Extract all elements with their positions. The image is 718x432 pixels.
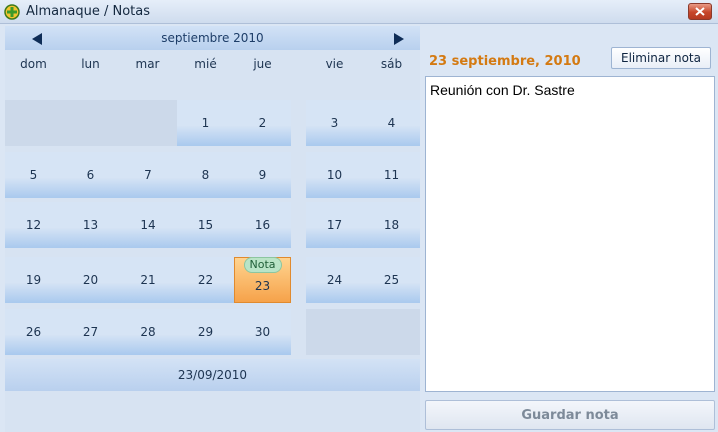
window-title: Almanaque / Notas bbox=[26, 4, 150, 19]
calendar-day-cell[interactable]: 13 bbox=[62, 202, 119, 248]
weekday-label: dom bbox=[20, 57, 47, 71]
weekday-label: lun bbox=[81, 57, 100, 71]
calendar-day-cell[interactable]: 16 bbox=[234, 202, 291, 248]
calendar-day-cell[interactable]: 5 bbox=[5, 152, 62, 198]
app-logo-icon bbox=[4, 3, 20, 20]
calendar-grid: 1 2 3 4 5 6 7 8 9 10 11 12 13 14 15 16 17 18 19 20 21 22 Nota 2… bbox=[5, 100, 420, 355]
note-badge: Nota bbox=[243, 257, 282, 273]
calendar-day-cell[interactable]: 2 bbox=[234, 100, 291, 146]
weekday-label: sáb bbox=[380, 57, 403, 71]
calendar-header: septiembre 2010 bbox=[5, 26, 420, 50]
calendar-day-cell[interactable]: 27 bbox=[62, 309, 119, 355]
calendar-day-cell[interactable]: 25 bbox=[363, 257, 420, 303]
calendar-day-cell[interactable]: 30 bbox=[234, 309, 291, 355]
weekday-label: mié bbox=[194, 57, 217, 71]
note-date-heading: 23 septiembre, 2010 bbox=[429, 54, 581, 69]
calendar-day-cell[interactable]: 14 bbox=[119, 202, 177, 248]
weekday-label: mar bbox=[135, 57, 160, 71]
calendar-day-cell[interactable]: 20 bbox=[62, 257, 119, 303]
title-bar: Almanaque / Notas bbox=[0, 0, 718, 24]
calendar-empty-cell bbox=[119, 100, 177, 146]
month-title: septiembre 2010 bbox=[161, 31, 264, 45]
calendar-day-cell[interactable]: 3 bbox=[306, 100, 363, 146]
calendar-day-cell[interactable]: 24 bbox=[306, 257, 363, 303]
weekday-row: dom lun mar mié jue vie sáb bbox=[5, 57, 420, 77]
weekday-label: vie bbox=[325, 57, 344, 71]
calendar-day-cell[interactable]: 11 bbox=[363, 152, 420, 198]
calendar-day-cell[interactable]: 1 bbox=[177, 100, 234, 146]
note-text-area[interactable] bbox=[425, 76, 715, 392]
calendar-day-cell[interactable]: 17 bbox=[306, 202, 363, 248]
next-month-icon[interactable] bbox=[394, 33, 404, 45]
calendar-day-cell[interactable]: 28 bbox=[119, 309, 177, 355]
calendar-day-cell[interactable]: 19 bbox=[5, 257, 62, 303]
calendar-day-cell[interactable]: 22 bbox=[177, 257, 234, 303]
calendar-day-cell[interactable]: 12 bbox=[5, 202, 62, 248]
calendar-day-cell[interactable]: 21 bbox=[119, 257, 177, 303]
calendar-day-cell[interactable]: Nota 23 bbox=[234, 257, 291, 303]
calendar-day-cell[interactable]: 18 bbox=[363, 202, 420, 248]
calendar-day-cell[interactable]: 7 bbox=[119, 152, 177, 198]
calendar-day-cell[interactable]: 9 bbox=[234, 152, 291, 198]
calendar-day-cell[interactable]: 15 bbox=[177, 202, 234, 248]
weekday-label: jue bbox=[253, 57, 272, 71]
close-icon bbox=[695, 7, 705, 16]
calendar-panel: septiembre 2010 dom lun mar mié jue vie … bbox=[5, 26, 420, 432]
calendar-day-cell[interactable]: 29 bbox=[177, 309, 234, 355]
calendar-empty-cell bbox=[306, 309, 363, 355]
calendar-day-cell[interactable]: 4 bbox=[363, 100, 420, 146]
delete-note-button[interactable]: Eliminar nota bbox=[611, 47, 711, 69]
calendar-empty-cell bbox=[5, 100, 62, 146]
calendar-empty-cell bbox=[363, 309, 420, 355]
calendar-day-cell[interactable]: 8 bbox=[177, 152, 234, 198]
day-number: 23 bbox=[254, 279, 271, 293]
calendar-day-cell[interactable]: 26 bbox=[5, 309, 62, 355]
save-note-button[interactable]: Guardar nota bbox=[425, 400, 715, 430]
selected-date-footer[interactable]: 23/09/2010 bbox=[5, 359, 420, 391]
calendar-day-cell[interactable]: 6 bbox=[62, 152, 119, 198]
note-header: 23 septiembre, 2010 Eliminar nota bbox=[425, 47, 718, 74]
calendar-day-cell[interactable]: 10 bbox=[306, 152, 363, 198]
calendar-empty-cell bbox=[62, 100, 119, 146]
close-button[interactable] bbox=[688, 3, 712, 20]
